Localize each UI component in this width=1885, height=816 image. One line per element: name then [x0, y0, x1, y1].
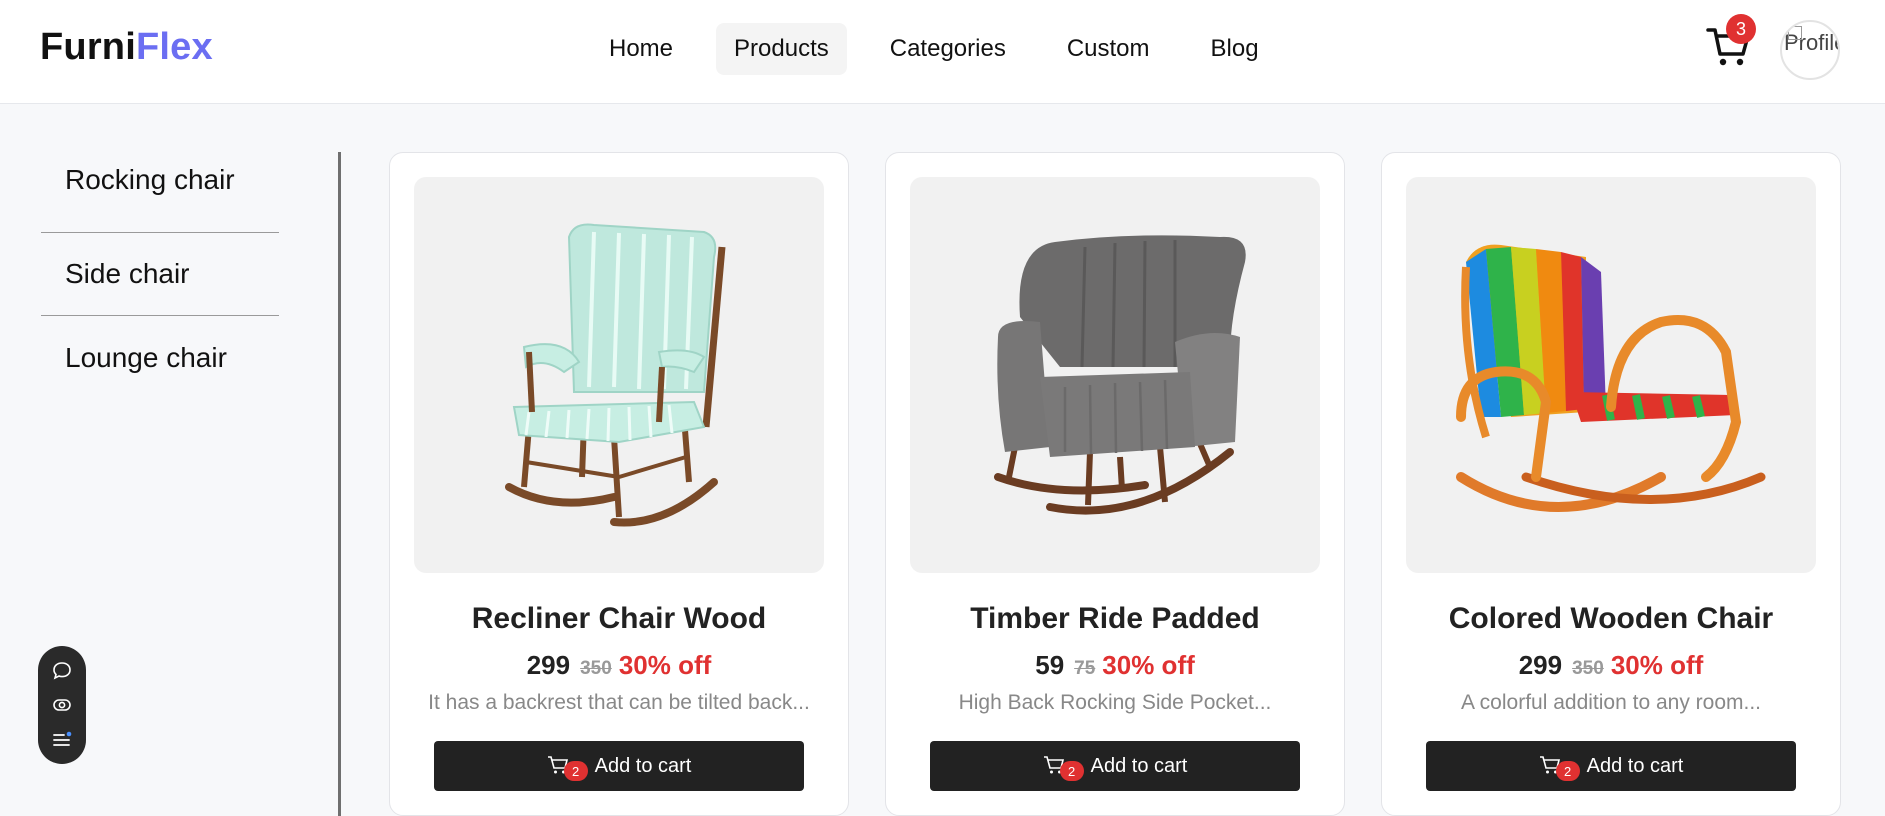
discount-label: 30% off: [1102, 650, 1195, 680]
sidebar-item-lounge-chair[interactable]: Lounge chair: [41, 316, 279, 399]
category-sidebar: Rocking chair Side chair Lounge chair: [41, 152, 279, 399]
add-to-cart-label: Add to cart: [594, 754, 692, 777]
discount-label: 30% off: [1610, 650, 1704, 680]
sidebar-item-side-chair[interactable]: Side chair: [41, 233, 279, 316]
product-card[interactable]: Recliner Chair Wood 299 350 30% off It has…: [389, 152, 849, 816]
price: 299: [1518, 650, 1563, 680]
cart-icon: 2: [547, 755, 588, 781]
product-card[interactable]: Timber Ride Padded 59 75 30% off High Back…: [885, 152, 1345, 816]
price-row: 299 350 30% off: [390, 650, 848, 681]
eye-icon[interactable]: [52, 695, 72, 715]
product-title[interactable]: Timber Ride Padded: [886, 602, 1344, 636]
top-header: FurniFlex Home Products Categories Custo…: [0, 0, 1885, 104]
nav-blog[interactable]: Blog: [1193, 23, 1277, 75]
main-nav: Home Products Categories Custom Blog: [591, 23, 1302, 75]
cart-count-badge: 3: [1726, 14, 1756, 44]
nav-custom[interactable]: Custom: [1049, 23, 1168, 75]
floating-toolbar: [38, 646, 86, 764]
chat-icon[interactable]: [52, 661, 72, 681]
add-to-cart-button[interactable]: 2 Add to cart: [930, 741, 1300, 791]
product-description: High Back Rocking Side Pocket...: [958, 691, 1272, 714]
price-row: 59 75 30% off: [886, 650, 1344, 681]
product-description: A colorful addition to any room...: [1461, 691, 1761, 714]
old-price: 350: [580, 658, 612, 679]
wingback-rocker-image: [994, 235, 1246, 515]
broken-image-icon: [1788, 26, 1802, 40]
nav-products[interactable]: Products: [716, 23, 847, 75]
old-price: 75: [1074, 658, 1096, 679]
product-card[interactable]: Colored Wooden Chair 299 350 30% off A col…: [1381, 152, 1841, 816]
product-image[interactable]: [910, 177, 1320, 573]
cart-icon: 2: [1539, 755, 1580, 781]
add-to-cart-button[interactable]: 2 Add to cart: [1426, 741, 1796, 791]
menu-icon[interactable]: [52, 730, 72, 750]
discount-label: 30% off: [618, 650, 712, 680]
brand-name-part1: Furni: [40, 26, 136, 68]
sidebar-divider: [338, 152, 341, 816]
product-title[interactable]: Colored Wooden Chair: [1382, 602, 1840, 636]
avatar[interactable]: Profile: [1780, 20, 1840, 80]
brand-name-part2: Flex: [135, 26, 213, 68]
rocking-chair-image: [505, 223, 726, 527]
button-cart-badge: 2: [1059, 761, 1084, 781]
product-image[interactable]: [414, 177, 824, 573]
brand-logo[interactable]: FurniFlex: [40, 26, 213, 69]
nav-home[interactable]: Home: [591, 23, 691, 75]
product-image[interactable]: [1406, 177, 1816, 573]
price-row: 299 350 30% off: [1382, 650, 1840, 681]
add-to-cart-label: Add to cart: [1090, 754, 1188, 777]
nav-categories[interactable]: Categories: [872, 23, 1024, 75]
old-price: 350: [1572, 658, 1604, 679]
add-to-cart-label: Add to cart: [1586, 754, 1684, 777]
colored-rocking-chair-image: [1456, 244, 1766, 512]
button-cart-badge: 2: [1555, 761, 1580, 781]
product-description: It has a backrest that can be tilted bac…: [428, 691, 810, 714]
cart-icon: 2: [1043, 755, 1084, 781]
sidebar-item-rocking-chair[interactable]: Rocking chair: [41, 152, 279, 233]
button-cart-badge: 2: [563, 761, 588, 781]
price: 59: [1035, 650, 1065, 680]
add-to-cart-button[interactable]: 2 Add to cart: [434, 741, 804, 791]
product-title[interactable]: Recliner Chair Wood: [390, 602, 848, 636]
price: 299: [526, 650, 571, 680]
